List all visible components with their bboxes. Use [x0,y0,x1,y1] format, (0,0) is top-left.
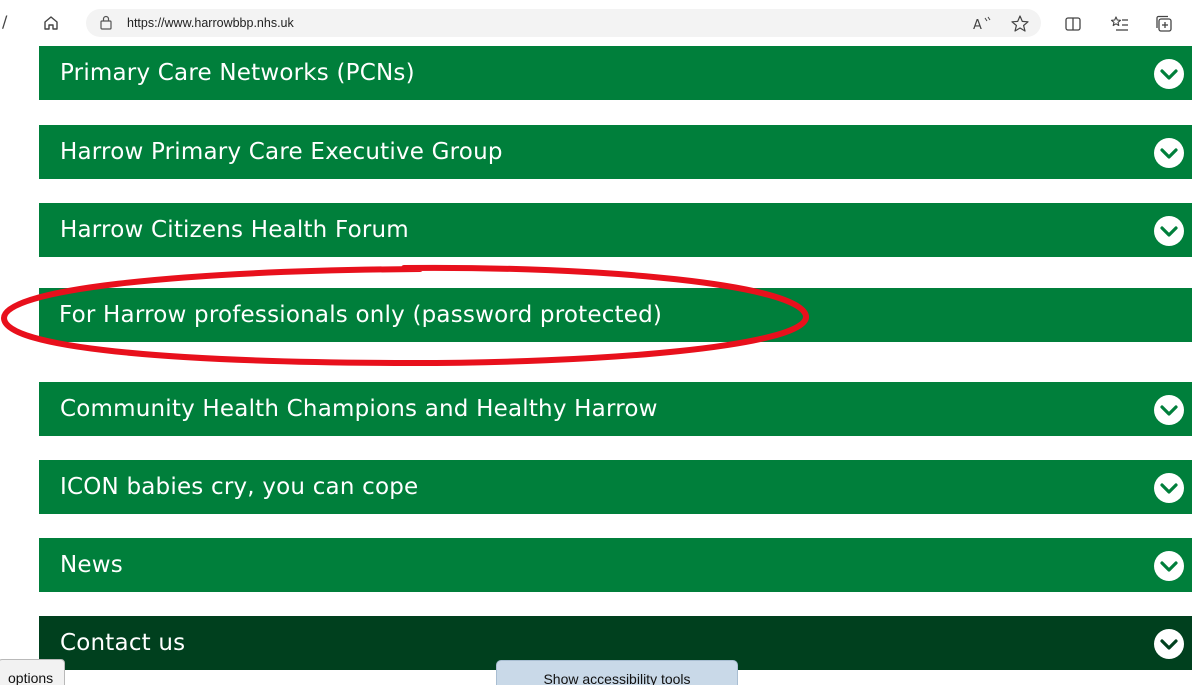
chevron-down-icon[interactable] [1153,215,1185,247]
accordion-item-label: Primary Care Networks (PCNs) [60,60,415,86]
read-aloud-icon[interactable]: A [972,14,992,34]
options-button[interactable]: options [0,659,65,685]
accordion-item-community-health-champions[interactable]: Community Health Champions and Healthy H… [39,382,1192,436]
favorite-star-icon[interactable] [1010,14,1030,34]
home-icon[interactable] [42,14,60,32]
accordion-item-label: Harrow Primary Care Executive Group [60,139,503,165]
split-screen-icon[interactable] [1063,14,1083,34]
accordion-item-label: Harrow Citizens Health Forum [60,217,409,243]
accordion-item-primary-care-networks[interactable]: Primary Care Networks (PCNs) [39,46,1192,100]
address-bar[interactable]: https://www.harrowbbp.nhs.uk [86,9,1041,37]
accessibility-label: Show accessibility tools [543,671,691,685]
options-label: options [8,670,54,685]
accordion-item-label: News [60,552,123,578]
accordion-item-label: ICON babies cry, you can cope [60,474,419,500]
accordion-item-citizens-health-forum[interactable]: Harrow Citizens Health Forum [39,203,1192,257]
accordion-item-news[interactable]: News [39,538,1192,592]
accordion-item-label: Contact us [60,630,186,656]
chevron-down-icon[interactable] [1153,628,1185,660]
favorites-list-icon[interactable] [1110,14,1130,34]
accordion-item-primary-care-executive-group[interactable]: Harrow Primary Care Executive Group [39,125,1192,179]
lock-icon[interactable] [99,15,113,31]
accordion-item-professionals-only[interactable]: For Harrow professionals only (password … [39,288,1192,342]
svg-text:A: A [973,18,982,33]
chevron-down-icon[interactable] [1153,58,1185,90]
url-text[interactable]: https://www.harrowbbp.nhs.uk [127,15,294,31]
chevron-down-icon[interactable] [1153,394,1185,426]
accordion-item-icon-babies-cry[interactable]: ICON babies cry, you can cope [39,460,1192,514]
chevron-down-icon[interactable] [1153,550,1185,582]
show-accessibility-tools-button[interactable]: Show accessibility tools [496,660,738,685]
browser-toolbar: / https://www.harrowbbp.nhs.uk A [0,0,1192,46]
accordion-item-label: For Harrow professionals only (password … [59,302,663,328]
left-edge-glyph: / [2,12,8,31]
chevron-down-icon[interactable] [1153,472,1185,504]
accordion-item-label: Community Health Champions and Healthy H… [60,396,658,422]
collections-icon[interactable] [1154,14,1174,34]
chevron-down-icon[interactable] [1153,137,1185,169]
